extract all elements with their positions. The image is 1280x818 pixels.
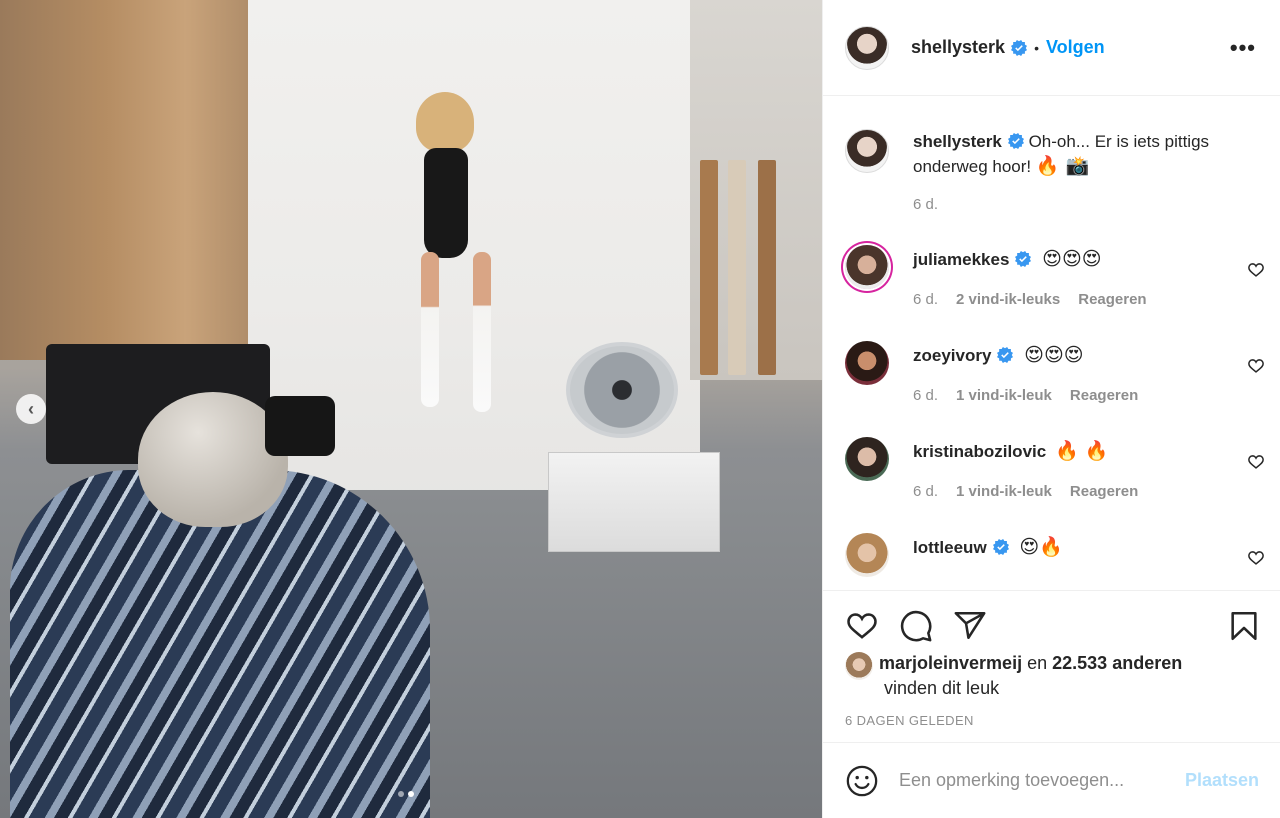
model-figure (421, 252, 439, 407)
studio-fan (566, 342, 678, 438)
caption-meta: 6 d. (913, 196, 938, 213)
studio-wall-left (0, 0, 265, 360)
likes-connector: en (1027, 653, 1048, 673)
comment-text: 🔥 🔥 (1054, 440, 1109, 462)
comment-meta: 6 d. 1 vind-ik-leuk Reageren (913, 387, 1138, 404)
verified-badge-icon (992, 539, 1009, 555)
comment-meta: 6 d. 2 vind-ik-leuks Reageren (913, 291, 1147, 308)
avatar[interactable] (845, 341, 889, 385)
separator-dot: • (1034, 39, 1039, 56)
comment-meta: 6 d. 1 vind-ik-leuk Reageren (913, 483, 1138, 500)
caption-body: shellysterk Oh-oh... Er is iets pittigs … (913, 129, 1243, 179)
model-figure (473, 252, 491, 412)
comment-body: juliamekkes 😍😍😍 (913, 247, 1243, 272)
likes-suffix: vinden dit leuk (884, 678, 1000, 698)
verified-badge-icon (1011, 39, 1028, 56)
heart-icon[interactable] (1247, 549, 1265, 567)
more-options-button[interactable]: ••• (1230, 35, 1256, 61)
board (700, 160, 718, 375)
comment-text: 😍🔥 (1019, 536, 1063, 558)
post-timestamp[interactable]: 6 DAGEN GELEDEN (845, 713, 974, 728)
reply-button[interactable]: Reageren (1078, 291, 1146, 308)
avatar[interactable] (845, 533, 889, 577)
comment-age[interactable]: 6 d. (913, 483, 938, 500)
carousel-dot-active (408, 791, 414, 797)
comments-list[interactable]: shellysterk Oh-oh... Er is iets pittigs … (823, 97, 1280, 589)
verified-badge-icon (1007, 133, 1024, 149)
comment-text: 😍😍😍 (1024, 344, 1084, 366)
camera (265, 396, 335, 456)
comment-age[interactable]: 6 d. (913, 387, 938, 404)
likes-text: marjoleinvermeij en 22.533 anderen vinde… (879, 651, 1259, 701)
heart-icon[interactable] (1247, 453, 1265, 471)
post-side-panel: shellysterk • Volgen ••• shellysterk Oh-… (822, 0, 1280, 818)
emoji-icon[interactable] (845, 764, 879, 798)
post-photo[interactable]: ‹ (0, 0, 822, 818)
heart-icon[interactable] (1247, 261, 1265, 279)
comment-username[interactable]: zoeyivory (913, 346, 991, 365)
carousel-dot (398, 791, 404, 797)
follow-button[interactable]: Volgen (1046, 37, 1105, 58)
reply-button[interactable]: Reageren (1070, 483, 1138, 500)
author-username[interactable]: shellysterk (911, 37, 1005, 58)
white-box (548, 452, 720, 552)
liker-username[interactable]: marjoleinvermeij (879, 653, 1022, 673)
heart-icon[interactable] (1247, 357, 1265, 375)
model-figure (416, 92, 474, 152)
chevron-left-icon: ‹ (28, 398, 34, 419)
comment-body: zoeyivory 😍😍😍 (913, 343, 1243, 368)
board (728, 160, 746, 375)
verified-badge-icon (1015, 251, 1032, 267)
avatar[interactable] (845, 437, 889, 481)
post-header: shellysterk • Volgen ••• (823, 0, 1280, 96)
carousel-prev-button[interactable]: ‹ (16, 394, 46, 424)
avatar[interactable] (845, 652, 873, 680)
comment-likes-count[interactable]: 1 vind-ik-leuk (956, 483, 1052, 500)
caption-username[interactable]: shellysterk (913, 132, 1002, 151)
post-actions: marjoleinvermeij en 22.533 anderen vinde… (823, 590, 1280, 742)
comment-icon[interactable] (899, 609, 933, 643)
comment-body: kristinabozilovic 🔥 🔥 (913, 439, 1243, 464)
avatar[interactable] (845, 25, 889, 70)
comment-likes-count[interactable]: 1 vind-ik-leuk (956, 387, 1052, 404)
bookmark-icon[interactable] (1227, 609, 1261, 643)
comment-input[interactable] (899, 770, 1175, 791)
carousel-indicator (398, 791, 414, 797)
comment-composer: Plaatsen (823, 742, 1280, 818)
comment-text: 😍😍😍 (1042, 248, 1102, 270)
verified-badge-icon (997, 347, 1014, 363)
model-figure (424, 148, 468, 258)
reply-button[interactable]: Reageren (1070, 387, 1138, 404)
comment-body: lottleeuw 😍🔥 (913, 535, 1243, 560)
caption-emojis: 🔥 📸 (1035, 155, 1090, 177)
comment-username[interactable]: lottleeuw (913, 538, 987, 557)
share-icon[interactable] (953, 609, 987, 643)
comment-age[interactable]: 6 d. (913, 291, 938, 308)
likes-count[interactable]: 22.533 anderen (1052, 653, 1182, 673)
caption-age[interactable]: 6 d. (913, 196, 938, 213)
board (758, 160, 776, 375)
comment-username[interactable]: juliamekkes (913, 250, 1009, 269)
avatar[interactable] (845, 129, 889, 173)
heart-icon[interactable] (845, 609, 879, 643)
avatar[interactable] (845, 245, 889, 289)
comment-likes-count[interactable]: 2 vind-ik-leuks (956, 291, 1060, 308)
post-comment-button[interactable]: Plaatsen (1185, 770, 1259, 791)
comment-username[interactable]: kristinabozilovic (913, 442, 1046, 461)
